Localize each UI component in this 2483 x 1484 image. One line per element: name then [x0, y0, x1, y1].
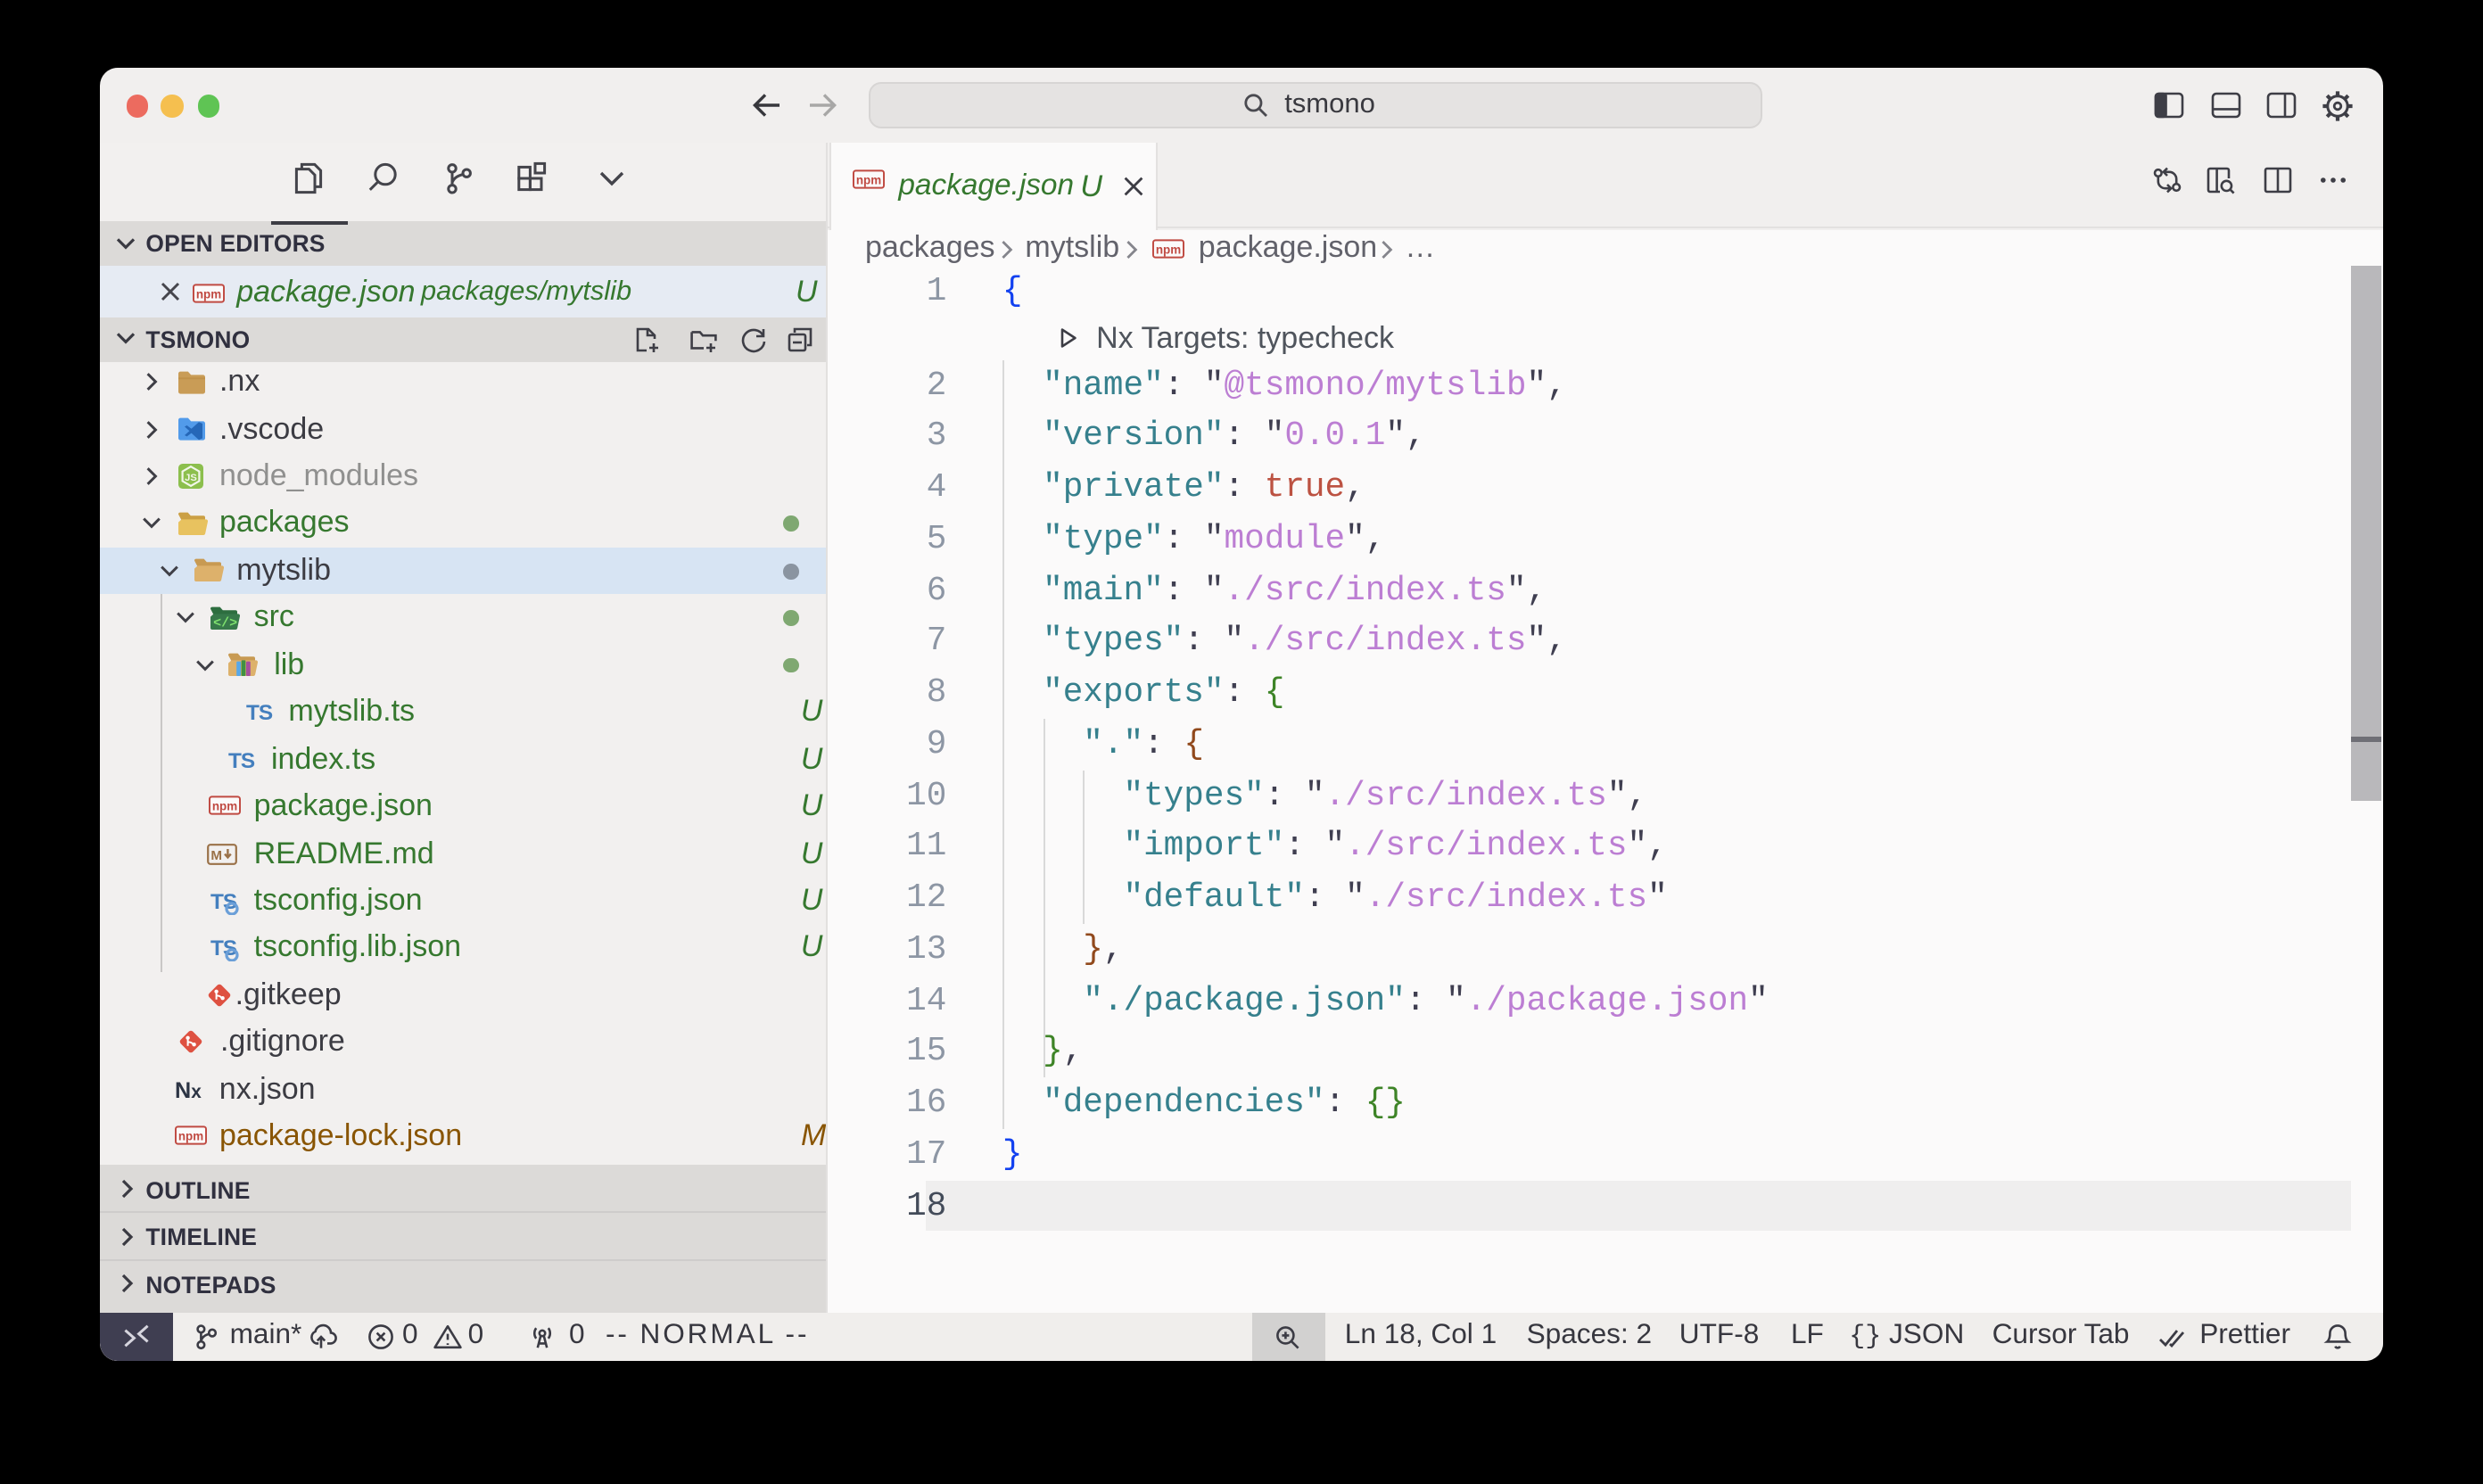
svg-text:npm: npm: [179, 1130, 204, 1143]
svg-text:npm: npm: [213, 800, 238, 813]
svg-text:npm: npm: [195, 287, 220, 301]
svg-text:JS: JS: [186, 473, 198, 483]
svg-text:Nx: Nx: [176, 1078, 202, 1102]
svg-text:</>: </>: [214, 615, 238, 631]
svg-text:npm: npm: [856, 174, 881, 187]
svg-text:TS: TS: [228, 749, 255, 773]
svg-text:npm: npm: [1156, 243, 1181, 257]
svg-text:M: M: [210, 847, 222, 862]
svg-text:TS: TS: [245, 702, 272, 726]
